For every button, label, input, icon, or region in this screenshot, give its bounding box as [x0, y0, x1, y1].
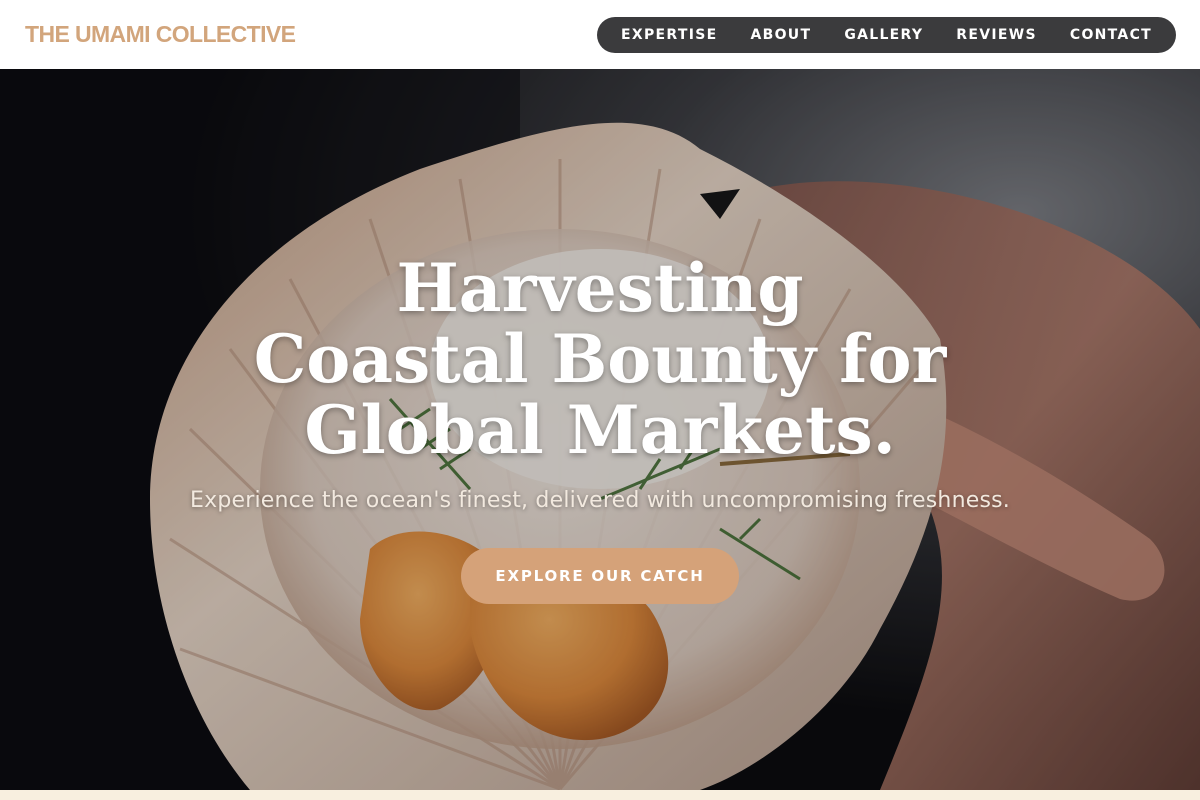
- main-nav: EXPERTISE ABOUT GALLERY REVIEWS CONTACT: [597, 16, 1176, 53]
- next-section-edge: [0, 790, 1200, 800]
- brand-logo[interactable]: THE UMAMI COLLECTIVE: [25, 21, 296, 48]
- nav-item-expertise[interactable]: EXPERTISE: [621, 27, 717, 43]
- hero-title: Harvesting Coastal Bounty for Global Mar…: [253, 249, 947, 469]
- site-header: THE UMAMI COLLECTIVE EXPERTISE ABOUT GAL…: [0, 0, 1200, 69]
- hero-content: Harvesting Coastal Bounty for Global Mar…: [0, 253, 1200, 604]
- nav-item-contact[interactable]: CONTACT: [1070, 27, 1152, 43]
- hero-section: Harvesting Coastal Bounty for Global Mar…: [0, 69, 1200, 790]
- nav-item-gallery[interactable]: GALLERY: [844, 27, 923, 43]
- explore-catch-button[interactable]: EXPLORE OUR CATCH: [461, 548, 739, 604]
- nav-item-about[interactable]: ABOUT: [750, 27, 811, 43]
- hero-subtitle: Experience the ocean's finest, delivered…: [190, 488, 1010, 513]
- nav-item-reviews[interactable]: REVIEWS: [956, 27, 1037, 43]
